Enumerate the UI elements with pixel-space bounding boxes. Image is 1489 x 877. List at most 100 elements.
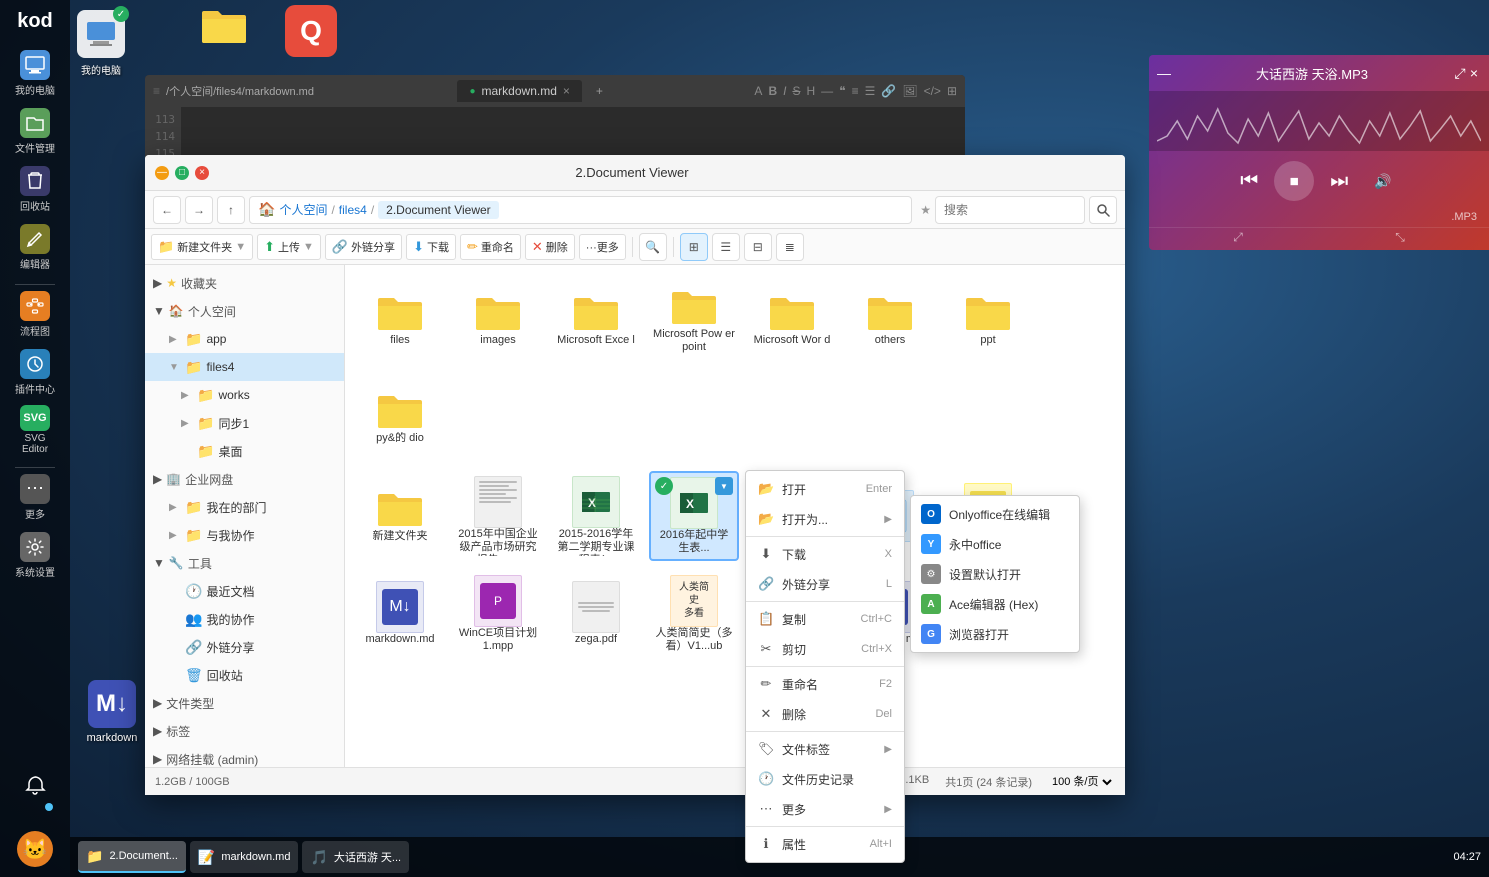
editor-strike-icon[interactable]: S — [792, 84, 800, 98]
desktop-icon-q[interactable]: Q — [285, 5, 337, 57]
ctx-open-with[interactable]: 📂 打开为... ▶ — [746, 504, 904, 534]
file-2016-selected[interactable]: ✓ ▼ X 2016年起中学生表... — [649, 471, 739, 561]
tree-item-external-share[interactable]: 🔗 外链分享 — [145, 633, 344, 661]
maximize-button[interactable]: □ — [175, 166, 189, 180]
file-epub[interactable]: 人类简史多看 人类简简史（多看）V1...ub — [649, 569, 739, 659]
avatar[interactable]: 🐱 — [17, 831, 53, 867]
folder-images[interactable]: images — [453, 275, 543, 365]
sort-btn[interactable]: ≣ — [776, 233, 804, 261]
taskbar-markdown[interactable]: 📝 markdown.md — [190, 841, 299, 873]
notification-icon[interactable] — [10, 761, 60, 811]
file-pdf[interactable]: zega.pdf — [551, 569, 641, 659]
ctx-copy[interactable]: 📋 复制 Ctrl+C — [746, 604, 904, 634]
folder-files[interactable]: files — [355, 275, 445, 365]
rename-button[interactable]: ✏ 重命名 — [460, 234, 521, 260]
breadcrumb-home[interactable]: 个人空间 — [279, 201, 327, 218]
music-next[interactable]: ⏭ — [1330, 170, 1348, 193]
file-mpp[interactable]: P WinCE项目计划1.mpp — [453, 569, 543, 659]
ctx-download[interactable]: ⬇ 下载 X — [746, 539, 904, 569]
sidebar-item-plugin-center[interactable]: 插件中心 — [10, 347, 60, 397]
sidebar-item-editor[interactable]: 编辑器 — [10, 222, 60, 272]
editor-add-tab[interactable]: + — [588, 80, 611, 102]
editor-tab[interactable]: ● markdown.md × — [457, 80, 581, 102]
folder-ppt[interactable]: Microsoft Pow erpoint — [649, 275, 739, 365]
desktop-icon-folder[interactable] — [200, 5, 248, 47]
ctx-history[interactable]: 🕐 文件历史记录 — [746, 764, 904, 794]
submenu-ace[interactable]: A Ace编辑器 (Hex) — [911, 589, 1079, 619]
folder-others[interactable]: others — [845, 275, 935, 365]
file-markdown[interactable]: M↓ markdown.md — [355, 569, 445, 659]
ctx-delete[interactable]: ✕ 删除 Del — [746, 699, 904, 729]
submenu-browser[interactable]: G 浏览器打开 — [911, 619, 1079, 649]
file-2015-2016-sheet[interactable]: X 2015-2016学年第二学期专业课程表(... — [551, 471, 641, 561]
tree-item-app[interactable]: ▶ 📁 app — [145, 325, 344, 353]
sidebar-item-svg-editor[interactable]: SVG SVG Editor — [10, 405, 60, 455]
tree-item-files4[interactable]: ▼ 📁 files4 — [145, 353, 344, 381]
editor-italic-icon[interactable]: I — [783, 84, 786, 98]
tree-item-mydept[interactable]: ▶ 📁 我在的部门 — [145, 493, 344, 521]
music-expand[interactable]: ⤢ — [1453, 66, 1467, 80]
minimize-button[interactable]: — — [155, 166, 169, 180]
sidebar-item-settings[interactable]: 系统设置 — [10, 530, 60, 580]
tree-item-works[interactable]: ▶ 📁 works — [145, 381, 344, 409]
music-expand-btn[interactable]: ⤢ — [1233, 230, 1243, 245]
ctx-share[interactable]: 🔗 外链分享 L — [746, 569, 904, 599]
tree-item-recent[interactable]: 🕐 最近文档 — [145, 577, 344, 605]
sidebar-item-recycle-bin[interactable]: 回收站 — [10, 164, 60, 214]
editor-list1-icon[interactable]: ≡ — [852, 84, 859, 98]
sidebar-item-my-computer[interactable]: 我的电脑 — [10, 48, 60, 98]
detail-view-btn[interactable]: ⊟ — [744, 233, 772, 261]
zoom-in[interactable]: 🔍 — [639, 233, 667, 261]
music-close[interactable]: × — [1467, 66, 1481, 80]
grid-view-btn[interactable]: ⊞ — [680, 233, 708, 261]
editor-toolbar-icon[interactable]: A — [754, 84, 762, 98]
folder-ppt2[interactable]: ppt — [943, 275, 1033, 365]
more-button[interactable]: ···更多 — [579, 234, 626, 260]
ctx-more[interactable]: ⋯ 更多 ▶ — [746, 794, 904, 824]
folder-py[interactable]: py&的 dio — [355, 373, 445, 463]
editor-quote-icon[interactable]: ❝ — [839, 84, 845, 98]
music-prev[interactable]: ⏮ — [1240, 170, 1258, 193]
folder-word[interactable]: Microsoft Wor d — [747, 275, 837, 365]
list-view-btn[interactable]: ☰ — [712, 233, 740, 261]
file-new-folder[interactable]: 新建文件夹 — [355, 471, 445, 561]
editor-list2-icon[interactable]: ☰ — [865, 84, 876, 98]
tree-item-desktop[interactable]: 📁 桌面 — [145, 437, 344, 465]
ctx-rename[interactable]: ✏ 重命名 F2 — [746, 669, 904, 699]
sidebar-item-more[interactable]: ⋯ 更多 — [10, 472, 60, 522]
ctx-open[interactable]: 📂 打开 Enter — [746, 474, 904, 504]
editor-img-icon[interactable]: 🖼 — [902, 84, 917, 98]
sidebar-item-file-manager[interactable]: 文件管理 — [10, 106, 60, 156]
favorite-star[interactable]: ★ — [920, 203, 931, 217]
upload-button[interactable]: ⬆ 上传 ▼ — [257, 234, 321, 260]
ctx-properties[interactable]: ℹ 属性 Alt+I — [746, 829, 904, 859]
editor-bold-icon[interactable]: B — [768, 84, 777, 98]
editor-code-icon[interactable]: </> — [924, 84, 941, 98]
ctx-cut[interactable]: ✂ 剪切 Ctrl+X — [746, 634, 904, 664]
download-button[interactable]: ⬇ 下载 — [406, 234, 456, 260]
tree-item-my-collab[interactable]: 👥 我的协作 — [145, 605, 344, 633]
per-page-select[interactable]: 100 条/页 50 条/页 200 条/页 — [1048, 774, 1115, 790]
share-button[interactable]: 🔗 外链分享 — [325, 234, 402, 260]
file-2015-report[interactable]: 2015年中国企业级产品市场研究报告as... — [453, 471, 543, 561]
up-button[interactable]: ↑ — [217, 196, 245, 224]
tree-item-collaborate[interactable]: ▶ 📁 与我协作 — [145, 521, 344, 549]
ctx-file-tags[interactable]: 🏷 文件标签 ▶ — [746, 734, 904, 764]
sidebar-item-workflow[interactable]: 流程图 — [10, 289, 60, 339]
submenu-yongzhong[interactable]: Y 永中office — [911, 529, 1079, 559]
tree-item-sync1[interactable]: ▶ 📁 同步1 — [145, 409, 344, 437]
editor-dash-icon[interactable]: — — [821, 84, 833, 98]
search-input[interactable] — [935, 196, 1085, 224]
search-button[interactable] — [1089, 196, 1117, 224]
new-folder-button[interactable]: 📁 新建文件夹 ▼ — [151, 234, 253, 260]
forward-button[interactable]: → — [185, 196, 213, 224]
back-button[interactable]: ← — [153, 196, 181, 224]
breadcrumb-folder1[interactable]: files4 — [339, 203, 367, 217]
editor-table-icon[interactable]: ⊞ — [947, 84, 957, 98]
close-button[interactable]: × — [195, 166, 209, 180]
submenu-default[interactable]: ⚙ 设置默认打开 — [911, 559, 1079, 589]
desktop-icon-my-computer[interactable]: ✓ 我的电脑 — [77, 10, 125, 77]
music-shrink-btn[interactable]: ⤡ — [1395, 230, 1405, 245]
taskbar-music[interactable]: 🎵 大话西游 天... — [302, 841, 409, 873]
editor-link-icon[interactable]: 🔗 — [881, 84, 896, 98]
